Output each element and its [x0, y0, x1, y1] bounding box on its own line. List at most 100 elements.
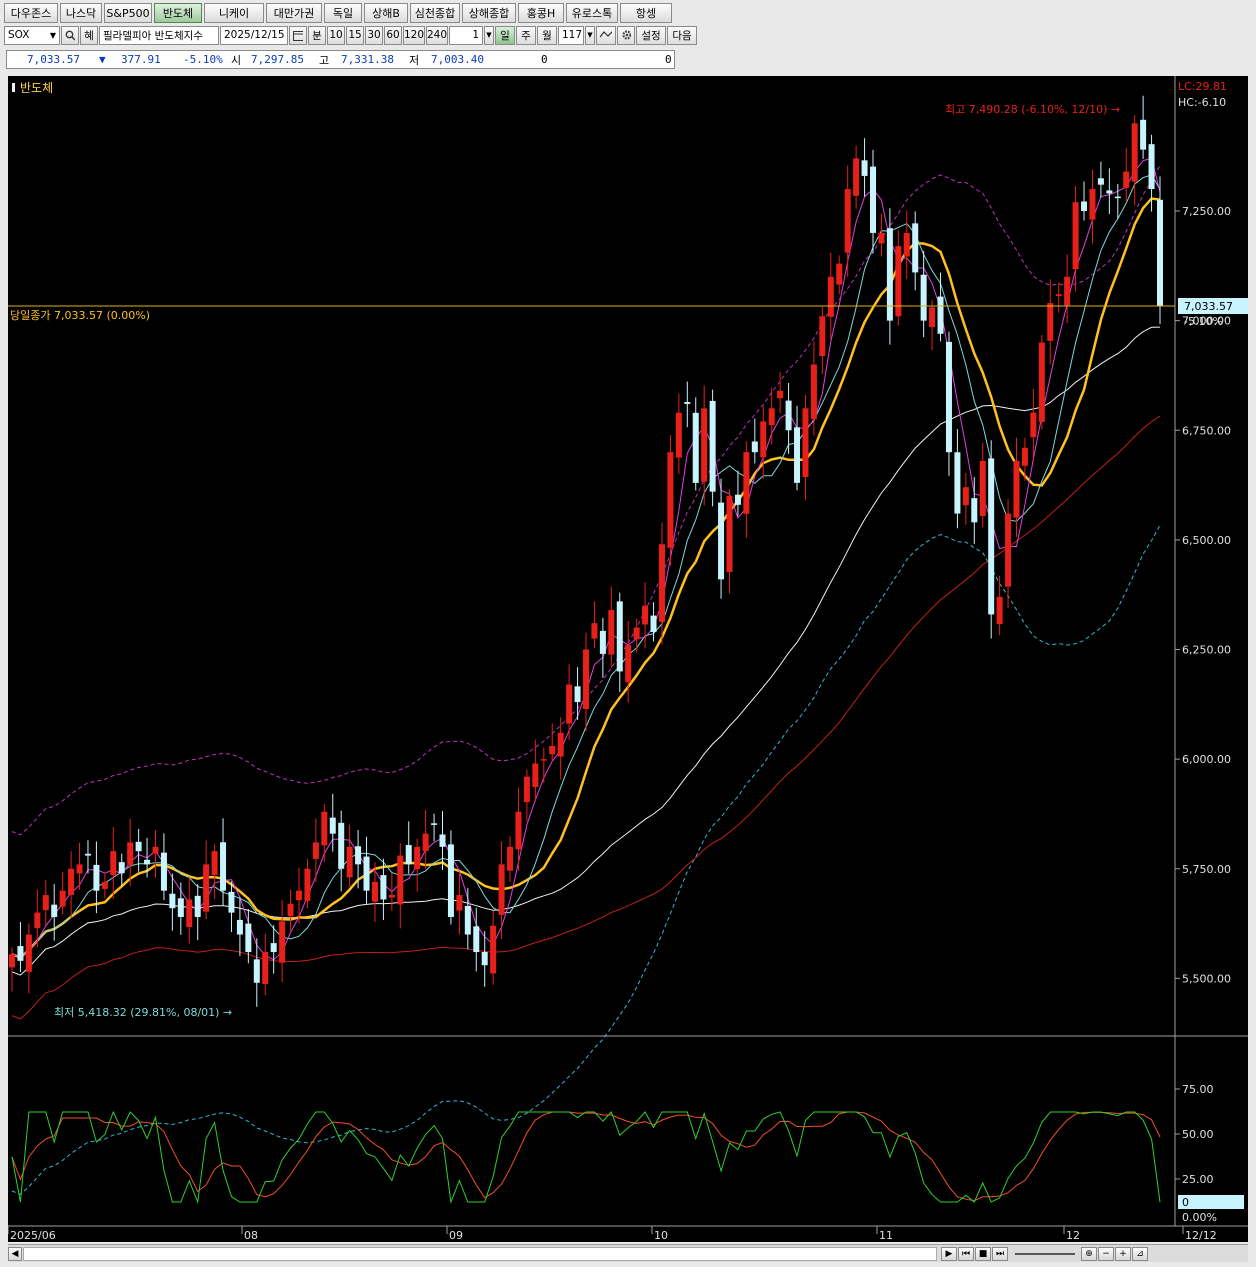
candle-body — [59, 890, 66, 907]
bars-dropdown[interactable]: ▼ — [585, 25, 595, 45]
next-button[interactable]: 다음 — [667, 25, 697, 45]
candle-body — [861, 160, 868, 176]
candle-body — [734, 494, 741, 505]
bollinger-upper-band — [11, 165, 1161, 836]
zoom-out-icon[interactable]: − — [1098, 1246, 1114, 1261]
date-tick-label: 2025/06 — [10, 1229, 56, 1242]
tab-3[interactable]: 반도체 — [154, 3, 202, 23]
candle-body — [819, 316, 826, 356]
period-button-120[interactable]: 120 — [403, 25, 425, 45]
tab-2[interactable]: S&P500 — [104, 3, 152, 23]
candle-body — [743, 452, 750, 514]
type-button[interactable]: 혜 — [80, 25, 98, 45]
candle-body — [118, 862, 125, 874]
bars-input[interactable]: 117 — [558, 25, 584, 45]
chevron-down-icon[interactable]: ▼ — [50, 31, 56, 40]
candle-body — [1148, 144, 1155, 190]
zoom-in-icon[interactable]: + — [1115, 1246, 1131, 1261]
tab-0[interactable]: 다우존스 — [4, 3, 58, 23]
symbol-text: SOX — [8, 29, 30, 41]
tab-11[interactable]: 유로스톡 — [566, 3, 618, 23]
period-button-240[interactable]: 240 — [426, 25, 448, 45]
candle-body — [920, 274, 927, 321]
stoch-fast-line — [11, 1110, 1161, 1204]
period-button-10[interactable]: 10 — [327, 25, 345, 45]
candle-body — [220, 842, 227, 891]
period-button-30[interactable]: 30 — [365, 25, 383, 45]
tab-6[interactable]: 독일 — [324, 3, 362, 23]
tab-10[interactable]: 홍콩H — [518, 3, 564, 23]
price-chart[interactable]: 반도체 LC:29.81 HC:-6.10 당일종가 7,033.57 (0.0… — [7, 76, 1248, 1242]
candle-body — [971, 498, 978, 523]
candle-body — [667, 452, 674, 548]
scroll-track[interactable] — [23, 1246, 937, 1261]
date-tick-label: 10 — [654, 1229, 668, 1242]
chart-scrollbar[interactable]: ◀ ▶ ⏮ ■ ⏭ ⊕ − + ⊿ — [8, 1244, 1248, 1262]
scroll-button-0[interactable]: ▶ — [941, 1246, 957, 1261]
candle-body — [1072, 202, 1079, 270]
quote-change: 377.91 — [121, 53, 161, 66]
oscillator-axis: 75.00 50.00 25.00 0 0.00% — [1178, 1083, 1244, 1224]
candle-body — [447, 844, 454, 917]
candle-body — [878, 232, 885, 244]
search-button[interactable] — [61, 25, 79, 45]
candle-body — [853, 158, 860, 196]
tab-9[interactable]: 상해종합 — [462, 3, 516, 23]
zoom-slider[interactable] — [1015, 1252, 1075, 1255]
quote-open: 7,297.85 — [251, 53, 304, 66]
candle-body — [160, 852, 167, 891]
candle-body — [574, 686, 581, 703]
tab-12[interactable]: 항셍 — [620, 3, 672, 23]
tab-5[interactable]: 대만가권 — [266, 3, 322, 23]
count-input[interactable]: 1 — [449, 25, 483, 45]
settings-button[interactable]: 설정 — [636, 25, 666, 45]
candle-body — [1047, 303, 1054, 341]
minute-button[interactable]: 분 — [308, 25, 326, 45]
period-button-60[interactable]: 60 — [384, 25, 402, 45]
settings-gear-button[interactable] — [617, 25, 635, 45]
candle-body — [17, 946, 24, 961]
candle-body — [608, 610, 615, 655]
count-dropdown[interactable]: ▼ — [484, 25, 494, 45]
price-tick-label: 5,750.00 — [1182, 863, 1231, 876]
zoom-fit-icon[interactable]: ⊕ — [1081, 1246, 1097, 1261]
candle-body — [760, 421, 767, 458]
symbol-input[interactable]: SOX ▼ — [4, 25, 60, 45]
period-button-15[interactable]: 15 — [346, 25, 364, 45]
tab-8[interactable]: 심천종합 — [410, 3, 460, 23]
expand-icon[interactable]: ⊿ — [1132, 1246, 1148, 1261]
price-tick-label: 6,750.00 — [1182, 424, 1231, 437]
candle-body — [498, 864, 505, 915]
month-button[interactable]: 월 — [537, 25, 557, 45]
candle-body — [937, 296, 944, 334]
calendar-button[interactable] — [289, 25, 307, 45]
candle-body — [135, 841, 142, 852]
candle-body — [507, 846, 514, 871]
scroll-button-2[interactable]: ■ — [975, 1246, 991, 1261]
bollinger-lower-band — [11, 524, 1161, 1195]
tab-7[interactable]: 상해B — [364, 3, 408, 23]
price-chart-panel[interactable]: 반도체 LC:29.81 HC:-6.10 당일종가 7,033.57 (0.0… — [7, 76, 1248, 1242]
date-input[interactable]: 2025/12/15 — [220, 25, 288, 45]
tab-4[interactable]: 니케이 — [204, 3, 264, 23]
candle-body — [523, 776, 530, 803]
scroll-button-1[interactable]: ⏮ — [958, 1246, 974, 1261]
candle-body — [1064, 276, 1071, 306]
market-tab-bar: 다우존스 나스닥 S&P500 반도체 니케이 대만가권 독일 상해B 심천종합 상해종합 홍콩H 유… — [4, 3, 674, 23]
indicator-button[interactable] — [596, 25, 616, 45]
candle-body — [1038, 342, 1045, 422]
candle-body — [777, 390, 784, 399]
scroll-button-3[interactable]: ⏭ — [992, 1246, 1008, 1261]
tab-1[interactable]: 나스닥 — [60, 3, 102, 23]
candle-body — [929, 307, 936, 328]
scroll-left-button[interactable]: ◀ — [8, 1246, 22, 1261]
date-tick-label: 11 — [879, 1229, 893, 1242]
candle-body — [51, 904, 58, 917]
candle-body — [810, 364, 817, 420]
day-button[interactable]: 일 — [495, 25, 515, 45]
high-label: 고 — [319, 53, 330, 67]
candle-body — [557, 732, 564, 757]
candle-body — [1089, 189, 1096, 220]
candle-body — [177, 898, 184, 917]
week-button[interactable]: 주 — [516, 25, 536, 45]
